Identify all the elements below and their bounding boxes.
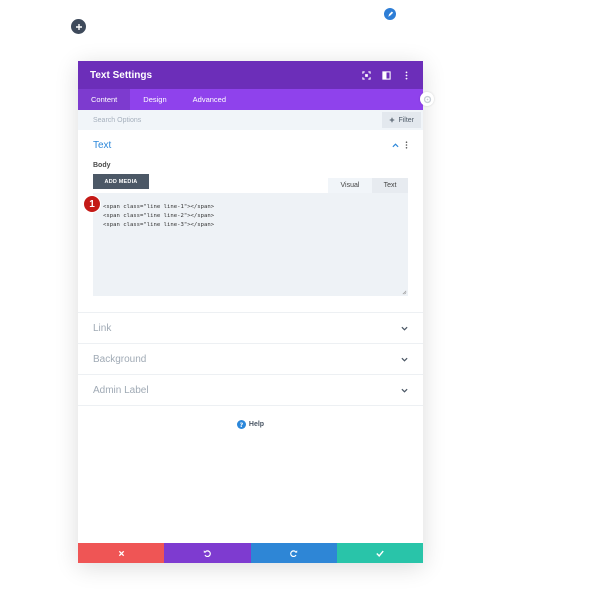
close-icon xyxy=(118,550,124,556)
more-options-icon[interactable] xyxy=(401,70,411,80)
save-button[interactable] xyxy=(336,543,423,563)
settings-gear-icon xyxy=(423,95,431,103)
tab-text[interactable]: Text xyxy=(372,178,408,193)
discard-button[interactable] xyxy=(78,543,165,563)
redo-icon xyxy=(289,550,297,557)
filter-button[interactable]: Filter xyxy=(382,112,421,128)
section-title-link: Link xyxy=(93,322,112,334)
fullscreen-icon[interactable] xyxy=(361,70,371,80)
code-line: <span class="line line-1"></span> xyxy=(103,204,215,210)
resize-handle-icon[interactable] xyxy=(402,290,407,295)
body-editor-textarea[interactable]: <span class="line line-1"></span> <span … xyxy=(93,193,408,296)
tab-design[interactable]: Design xyxy=(130,89,179,110)
editor-mode-tabs: Visual Text xyxy=(328,178,408,193)
admin-label-section[interactable]: Admin Label xyxy=(78,375,423,406)
modal-header: Text Settings xyxy=(78,61,423,89)
plus-icon xyxy=(75,23,82,30)
tab-content[interactable]: Content xyxy=(78,89,131,110)
chevron-down-icon xyxy=(401,357,408,362)
step-number-badge: 1 xyxy=(83,195,101,213)
search-bar: Search Options Filter xyxy=(78,110,423,130)
help-link[interactable]: ? Help xyxy=(78,420,423,429)
checkmark-icon xyxy=(376,550,384,557)
section-menu-icon[interactable] xyxy=(405,141,408,149)
code-line: <span class="line line-3"></span> xyxy=(103,222,215,228)
settings-modal: Text Settings Content Design Advanced Se… xyxy=(78,61,423,563)
edit-module-button[interactable] xyxy=(384,8,396,20)
modal-footer xyxy=(78,543,423,563)
split-view-icon[interactable] xyxy=(381,70,391,80)
modal-drag-handle[interactable] xyxy=(420,92,434,106)
code-line: <span class="line line-2"></span> xyxy=(103,213,215,219)
chevron-down-icon xyxy=(401,326,408,331)
modal-title: Text Settings xyxy=(90,69,153,81)
background-section[interactable]: Background xyxy=(78,344,423,375)
section-title-background: Background xyxy=(93,353,147,365)
add-section-button[interactable] xyxy=(71,19,86,34)
svg-text:?: ? xyxy=(240,422,244,429)
chevron-up-icon[interactable] xyxy=(392,142,399,148)
body-label: Body xyxy=(93,162,111,169)
section-title-text[interactable]: Text xyxy=(93,140,111,151)
tab-visual[interactable]: Visual xyxy=(328,178,372,193)
redo-button[interactable] xyxy=(250,543,337,563)
tab-advanced[interactable]: Advanced xyxy=(180,89,239,110)
pencil-icon xyxy=(387,10,393,17)
help-icon: ? xyxy=(236,420,246,429)
section-title-admin-label: Admin Label xyxy=(93,384,149,396)
search-input[interactable]: Search Options xyxy=(93,117,141,124)
undo-icon xyxy=(204,550,212,557)
modal-tabs: Content Design Advanced xyxy=(78,89,423,110)
undo-button[interactable] xyxy=(164,543,251,563)
add-media-button[interactable]: ADD MEDIA xyxy=(93,174,149,189)
text-section: Text Body ADD MEDIA Visual Text <span cl… xyxy=(78,130,423,313)
plus-icon xyxy=(390,117,395,123)
chevron-down-icon xyxy=(401,388,408,393)
filter-label: Filter xyxy=(398,116,414,124)
link-section[interactable]: Link xyxy=(78,313,423,344)
help-label: Help xyxy=(248,421,265,428)
